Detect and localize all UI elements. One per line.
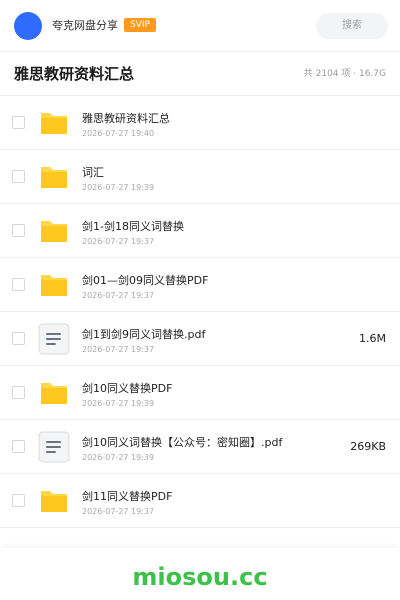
file-row[interactable]: 剑10同义替换PDF 2026-07-27 19:39 [0,366,400,420]
file-name[interactable]: 剑1-剑18同义词替换 [82,220,184,234]
folder-icon [38,107,70,139]
file-name[interactable]: 剑01—剑09同义替换PDF [82,274,208,288]
page-title: 雅思教研资料汇总 [14,65,135,83]
user-name[interactable]: 夸克网盘分享 [52,18,118,34]
document-icon [38,431,70,463]
file-date: 2026-07-27 19:39 [82,399,155,408]
file-date: 2026-07-27 19:37 [82,345,155,354]
file-row[interactable]: 剑10同义词替换【公众号：密知圈】.pdf 2026-07-27 19:39 269… [0,420,400,474]
file-date: 2026-07-27 19:39 [82,453,155,462]
folder-icon [38,377,70,409]
file-date: 2026-07-27 19:40 [82,129,155,138]
document-icon [38,323,70,355]
avatar[interactable] [14,12,42,40]
file-name[interactable]: 雅思教研资料汇总 [82,112,170,126]
row-checkbox[interactable] [12,440,25,453]
file-list: 雅思教研资料汇总 2026-07-27 19:40 词汇 2026-07-27 19:… [0,96,400,528]
row-checkbox[interactable] [12,224,25,237]
file-row[interactable]: 剑11同义替换PDF 2026-07-27 19:37 [0,474,400,528]
file-date: 2026-07-27 19:37 [82,507,155,516]
search-button[interactable]: 搜索 [316,13,388,39]
folder-icon [38,215,70,247]
file-row[interactable]: 剑1到剑9同义词替换.pdf 2026-07-27 19:37 1.6M [0,312,400,366]
file-row[interactable]: 剑1-剑18同义词替换 2026-07-27 19:37 [0,204,400,258]
page: 夸克网盘分享 SVIP 搜索 雅思教研资料汇总 共 2104 项 · 16.7G… [0,0,400,600]
svip-badge: SVIP [124,18,156,32]
footer: miosou.cc [0,548,400,600]
row-checkbox[interactable] [12,386,25,399]
file-row[interactable]: 雅思教研资料汇总 2026-07-27 19:40 [0,96,400,150]
file-row[interactable]: 剑01—剑09同义替换PDF 2026-07-27 19:37 [0,258,400,312]
file-date: 2026-07-27 19:37 [82,291,155,300]
file-date: 2026-07-27 19:39 [82,183,155,192]
row-checkbox[interactable] [12,116,25,129]
row-checkbox[interactable] [12,278,25,291]
file-size: 1.6M [359,332,386,345]
folder-icon [38,161,70,193]
watermark: miosou.cc [132,563,268,591]
file-name[interactable]: 词汇 [82,166,104,180]
summary-text: 共 2104 项 · 16.7G [303,69,386,79]
folder-icon [38,485,70,517]
file-size: 269KB [350,440,386,453]
file-name[interactable]: 剑10同义替换PDF [82,382,172,396]
row-checkbox[interactable] [12,170,25,183]
row-checkbox[interactable] [12,494,25,507]
file-date: 2026-07-27 19:37 [82,237,155,246]
file-name[interactable]: 剑1到剑9同义词替换.pdf [82,328,205,342]
folder-icon [38,269,70,301]
header: 夸克网盘分享 SVIP 搜索 [0,0,400,52]
file-name[interactable]: 剑10同义词替换【公众号：密知圈】.pdf [82,436,282,450]
file-name[interactable]: 剑11同义替换PDF [82,490,172,504]
row-checkbox[interactable] [12,332,25,345]
file-row[interactable]: 词汇 2026-07-27 19:39 [0,150,400,204]
title-bar: 雅思教研资料汇总 共 2104 项 · 16.7G [0,52,400,96]
